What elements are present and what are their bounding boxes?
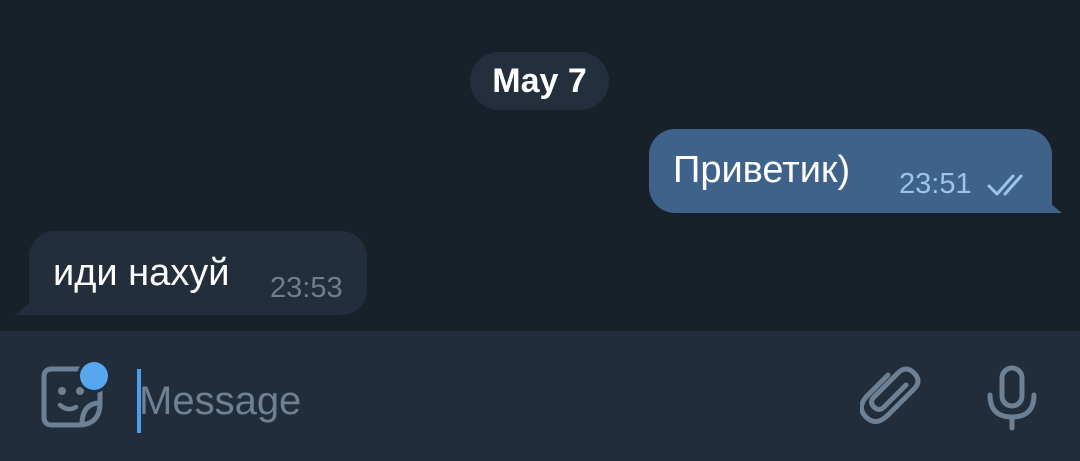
bubble-tail [15, 297, 37, 315]
message-input-bar [0, 331, 1080, 461]
chat-area: May 7 Приветик) 23:51 иди нахуй 23:53 [0, 0, 1080, 331]
double-check-icon [987, 174, 1023, 196]
date-separator: May 7 [470, 52, 609, 110]
message-text: Приветик) [673, 149, 851, 191]
message-time: 23:53 [270, 272, 343, 304]
notification-badge [80, 362, 108, 390]
message-text: иди нахуй [53, 252, 230, 294]
message-time: 23:51 [899, 168, 972, 200]
outgoing-message[interactable]: Приветик) 23:51 [649, 129, 1062, 213]
incoming-message[interactable]: иди нахуй 23:53 [15, 231, 367, 315]
microphone-icon[interactable] [982, 365, 1042, 431]
paperclip-icon[interactable] [860, 365, 922, 427]
message-input[interactable] [139, 371, 819, 431]
bubble-tail [1040, 195, 1062, 213]
